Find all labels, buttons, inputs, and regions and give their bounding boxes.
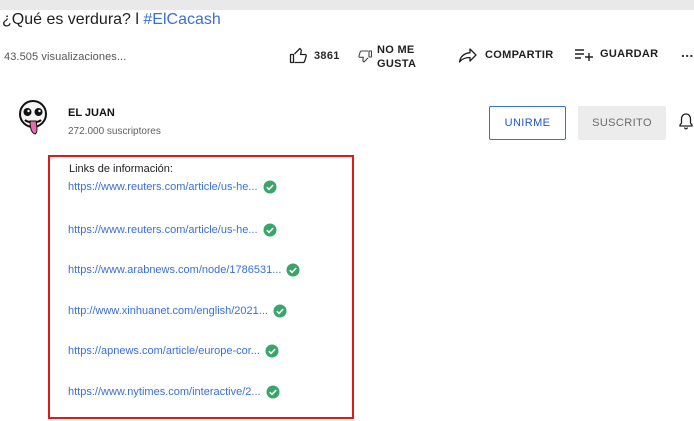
subscribed-button[interactable]: SUSCRITO <box>578 106 666 140</box>
dislike-label: NO ME GUSTA <box>377 43 416 71</box>
verified-check-icon <box>263 223 277 237</box>
verified-check-icon <box>265 344 279 358</box>
share-button[interactable]: COMPARTIR <box>458 47 554 63</box>
share-label: COMPARTIR <box>485 49 554 61</box>
verified-check-icon <box>286 263 300 277</box>
save-label: GUARDAR <box>600 48 659 60</box>
dislike-label-line2: GUSTA <box>377 58 417 70</box>
verified-check-icon <box>266 385 280 399</box>
like-button[interactable]: 3861 <box>289 47 340 64</box>
description-link[interactable]: http://www.xinhuanet.com/english/2021... <box>68 304 287 318</box>
channel-name[interactable]: EL JUAN <box>68 107 115 119</box>
thumb-up-icon <box>289 47 307 64</box>
channel-avatar[interactable] <box>17 100 49 136</box>
link-text: https://www.reuters.com/article/us-he... <box>68 224 258 236</box>
video-title-text: ¿Qué es verdura? l <box>2 11 144 28</box>
thumb-down-icon <box>358 50 373 63</box>
share-icon <box>458 48 477 63</box>
link-text: https://apnews.com/article/europe-cor... <box>68 345 260 357</box>
link-text: https://www.nytimes.com/interactive/2... <box>68 386 261 398</box>
like-count: 3861 <box>314 49 340 62</box>
view-count: 43.505 visualizaciones... <box>4 51 127 63</box>
link-text: https://www.arabnews.com/node/1786531... <box>68 264 282 276</box>
dislike-button[interactable]: NO ME GUSTA <box>358 43 416 71</box>
top-strip <box>0 0 694 10</box>
playlist-add-icon <box>575 49 593 61</box>
subscriber-count: 272.000 suscriptores <box>68 126 161 137</box>
video-title: ¿Qué es verdura? l #ElCacash <box>2 11 221 29</box>
save-button[interactable]: GUARDAR <box>574 47 658 61</box>
description-link[interactable]: https://www.reuters.com/article/us-he... <box>68 180 277 194</box>
video-title-hashtag[interactable]: #ElCacash <box>143 11 220 28</box>
verified-check-icon <box>273 304 287 318</box>
description-link[interactable]: https://www.reuters.com/article/us-he... <box>68 223 277 237</box>
link-text: http://www.xinhuanet.com/english/2021... <box>68 305 268 317</box>
description-heading: Links de información: <box>69 163 173 175</box>
description-link[interactable]: https://apnews.com/article/europe-cor... <box>68 344 279 358</box>
verified-check-icon <box>263 180 277 194</box>
dislike-label-line1: NO ME <box>377 44 415 56</box>
description-highlight-box <box>48 155 354 419</box>
bell-icon[interactable] <box>679 112 693 130</box>
link-text: https://www.reuters.com/article/us-he... <box>68 181 258 193</box>
description-link[interactable]: https://www.nytimes.com/interactive/2... <box>68 385 280 399</box>
more-actions-button[interactable]: ... <box>681 44 694 60</box>
join-button[interactable]: UNIRME <box>489 106 566 140</box>
description-link[interactable]: https://www.arabnews.com/node/1786531... <box>68 263 300 277</box>
